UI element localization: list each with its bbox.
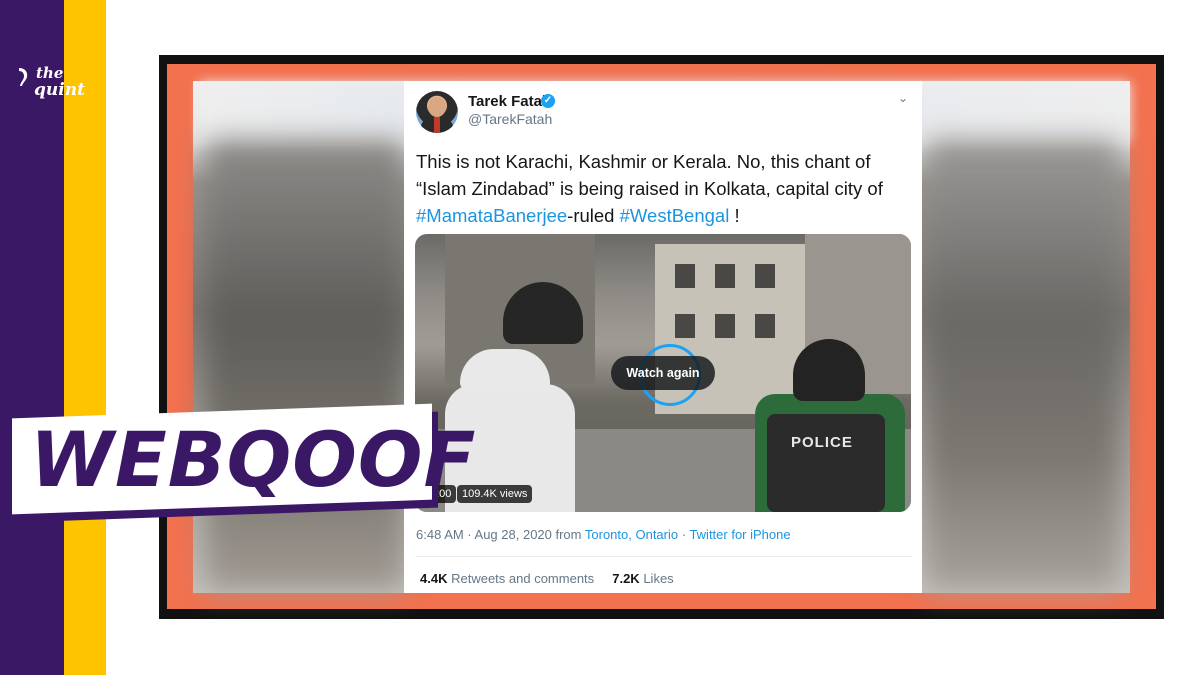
chevron-down-icon[interactable]: ⌄ — [898, 91, 908, 105]
police-vest-text: POLICE — [791, 434, 853, 451]
tweet-video[interactable]: POLICE Watch again 0:00 109.4K views — [415, 234, 911, 512]
verified-badge-icon: ✓ — [541, 94, 555, 108]
webqoof-text: WEBQOOF — [30, 415, 477, 504]
quint-mark-icon — [19, 68, 28, 86]
author-name[interactable]: Tarek Fatah — [468, 93, 551, 110]
author-avatar[interactable] — [416, 91, 458, 133]
tweet-text: This is not Karachi, Kashmir or Kerala. … — [416, 148, 912, 229]
tweet-text-part: ! — [729, 205, 740, 226]
webqoof-stamp: WEBQOOF — [12, 403, 475, 523]
video-scene — [460, 349, 550, 389]
tweet-stats: 4.4K Retweets and comments 7.2K Likes — [420, 571, 674, 586]
blurred-right-panel — [925, 140, 1120, 590]
tweet-meta: 6:48 AM · Aug 28, 2020 from Toronto, Ont… — [416, 527, 791, 542]
meta-separator: · — [678, 527, 690, 542]
logo-text-quint: quint — [34, 80, 85, 100]
tweet-card[interactable]: Tarek Fatah ✓ @TarekFatah ⌄ This is not … — [404, 81, 922, 593]
retweets-label[interactable]: Retweets and comments — [451, 571, 594, 586]
likes-count[interactable]: 7.2K — [612, 571, 639, 586]
likes-label[interactable]: Likes — [643, 571, 673, 586]
hashtag-link[interactable]: #WestBengal — [620, 205, 730, 226]
video-scene — [767, 414, 885, 512]
tweet-timestamp[interactable]: 6:48 AM · Aug 28, 2020 from — [416, 527, 582, 542]
retweets-count[interactable]: 4.4K — [420, 571, 447, 586]
divider — [416, 556, 912, 557]
author-handle[interactable]: @TarekFatah — [468, 111, 552, 127]
watch-again-button[interactable]: Watch again — [611, 356, 715, 390]
blurred-left-panel — [205, 140, 405, 590]
hashtag-link[interactable]: #MamataBanerjee — [416, 205, 567, 226]
tweet-text-part: -ruled — [567, 205, 620, 226]
the-quint-logo: the quint — [14, 60, 94, 110]
tweet-client-link[interactable]: Twitter for iPhone — [689, 527, 790, 542]
video-scene — [793, 339, 865, 401]
tweet-location-link[interactable]: Toronto, Ontario — [585, 527, 678, 542]
tweet-text-part: This is not Karachi, Kashmir or Kerala. … — [416, 151, 883, 199]
